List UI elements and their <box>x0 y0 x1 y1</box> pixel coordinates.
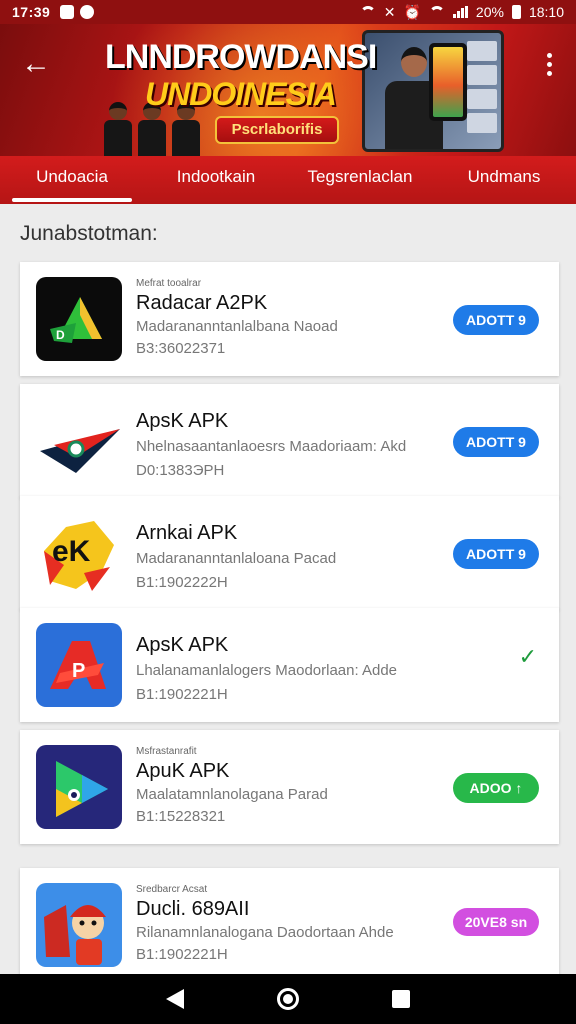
add-button[interactable]: ADOTT 9 <box>453 539 539 569</box>
app-name: ApsK APK <box>136 634 229 656</box>
app-card[interactable]: Sredbarcr Acsat Ducli. 689AII Rilanamnla… <box>20 868 559 976</box>
app-name: ApsK APK <box>136 410 229 432</box>
banner-photo <box>362 30 504 152</box>
nav-back-icon[interactable] <box>166 989 185 1009</box>
banner-subtitle: UNDOINESIA <box>145 76 337 112</box>
add-button[interactable]: ADOTT 9 <box>453 427 539 457</box>
app-description: Nhelnasaantanlaoesrs Maadoriaam: Akd <box>136 438 407 455</box>
app-version: B1:1902221H <box>136 946 228 963</box>
svg-text:D: D <box>56 328 65 342</box>
green-triangle-icon: D <box>36 277 122 361</box>
status-right: ✕ ⏰ 20% 18:10 <box>359 3 564 21</box>
add-button[interactable]: ADOTT 9 <box>453 305 539 335</box>
status-clock: 18:10 <box>528 4 564 20</box>
ak-burst-icon: eK <box>36 511 122 595</box>
app-card[interactable]: P ApsK APK Lhalanamanlalogers Maodorlaan… <box>20 608 559 722</box>
header-banner: ← LNNDROWDANSI UNDOINESIA Pscrlaborifis <box>0 24 576 156</box>
signal-icon <box>452 6 468 18</box>
tab-undoacia[interactable]: Undoacia <box>0 156 144 204</box>
wifi-icon <box>428 6 445 18</box>
bluetooth-icon: ✕ <box>383 3 396 20</box>
notification-icon <box>60 5 75 19</box>
app-card[interactable]: eK Arnkai APK Madarananntanlaloana Pacad… <box>20 496 559 610</box>
notification-icons <box>60 5 95 19</box>
app-description: Madarananntanlalbana Naoad <box>136 318 338 335</box>
app-version: B1:15228321 <box>136 808 226 825</box>
app-card[interactable]: Msfrastanrafit ApuK APK Maalatamnlanolag… <box>20 730 559 844</box>
app-description: Lhalanamanlalogers Maodorlaan: Adde <box>136 662 398 679</box>
app-kicker: Msfrastanrafit <box>136 746 197 757</box>
app-card[interactable]: ApsK APK Nhelnasaantanlaoesrs Maadoriaam… <box>20 384 559 498</box>
app-name: Arnkai APK <box>136 522 238 544</box>
status-bar: 17:39 ✕ ⏰ 20% 18:10 <box>0 0 576 24</box>
app-card[interactable]: D Mefrat tooalrar Radacar A2PK Madaranan… <box>20 262 559 376</box>
app-name: Ducli. 689AII <box>136 898 250 920</box>
section-title: Junabstotman: <box>20 222 158 245</box>
alarm-icon: ⏰ <box>403 3 421 20</box>
app-name: Radacar A2PK <box>136 292 268 314</box>
tab-bar: Undoacia Indootkain Tegsrenlaclan Undman… <box>0 156 576 204</box>
app-version: B3:36022371 <box>136 340 226 357</box>
wifi-icon <box>359 6 376 18</box>
system-nav-bar <box>0 974 576 1024</box>
tab-tegsrenlaclan[interactable]: Tegsrenlaclan <box>288 156 432 204</box>
nav-recents-icon[interactable] <box>391 990 410 1008</box>
app-kicker: Mefrat tooalrar <box>136 278 202 289</box>
red-arrow-icon <box>36 399 122 483</box>
app-description: Rilanamnlanalogana Daodortaan Ahde <box>136 924 394 941</box>
svg-text:P: P <box>72 660 85 682</box>
tab-indootkain[interactable]: Indootkain <box>144 156 288 204</box>
overflow-menu-icon[interactable] <box>540 46 558 82</box>
save-button[interactable]: 20VE8 sn <box>453 908 539 936</box>
tab-undmans[interactable]: Undmans <box>432 156 576 204</box>
notification-icon <box>80 5 95 19</box>
battery-percent: 20% <box>475 4 504 20</box>
cartoon-character-icon <box>36 883 122 967</box>
banner-cta-button[interactable]: Pscrlaborifis <box>215 116 339 144</box>
app-version: D0:1383ЭPH <box>136 462 225 479</box>
app-description: Madarananntanlaloana Pacad <box>136 550 337 567</box>
app-version: B1:1902221H <box>136 686 228 703</box>
battery-icon <box>511 5 521 19</box>
app-version: B1:1902222H <box>136 574 228 591</box>
back-arrow-icon[interactable]: ← <box>18 46 54 82</box>
banner-title: LNNDROWDANSI <box>105 38 377 76</box>
nav-home-icon[interactable] <box>276 988 299 1010</box>
status-time: 17:39 <box>12 4 51 20</box>
installed-check-icon: ✓ <box>518 644 537 669</box>
app-kicker: Sredbarcr Acsat <box>136 884 208 895</box>
red-a-icon: P <box>36 623 122 707</box>
app-name: ApuK APK <box>136 760 230 782</box>
svg-text:eK: eK <box>52 535 91 568</box>
add-button[interactable]: ADOO ↑ <box>453 773 539 803</box>
app-description: Maalatamnlanolagana Parad <box>136 786 328 803</box>
play-triangle-icon <box>36 745 122 829</box>
